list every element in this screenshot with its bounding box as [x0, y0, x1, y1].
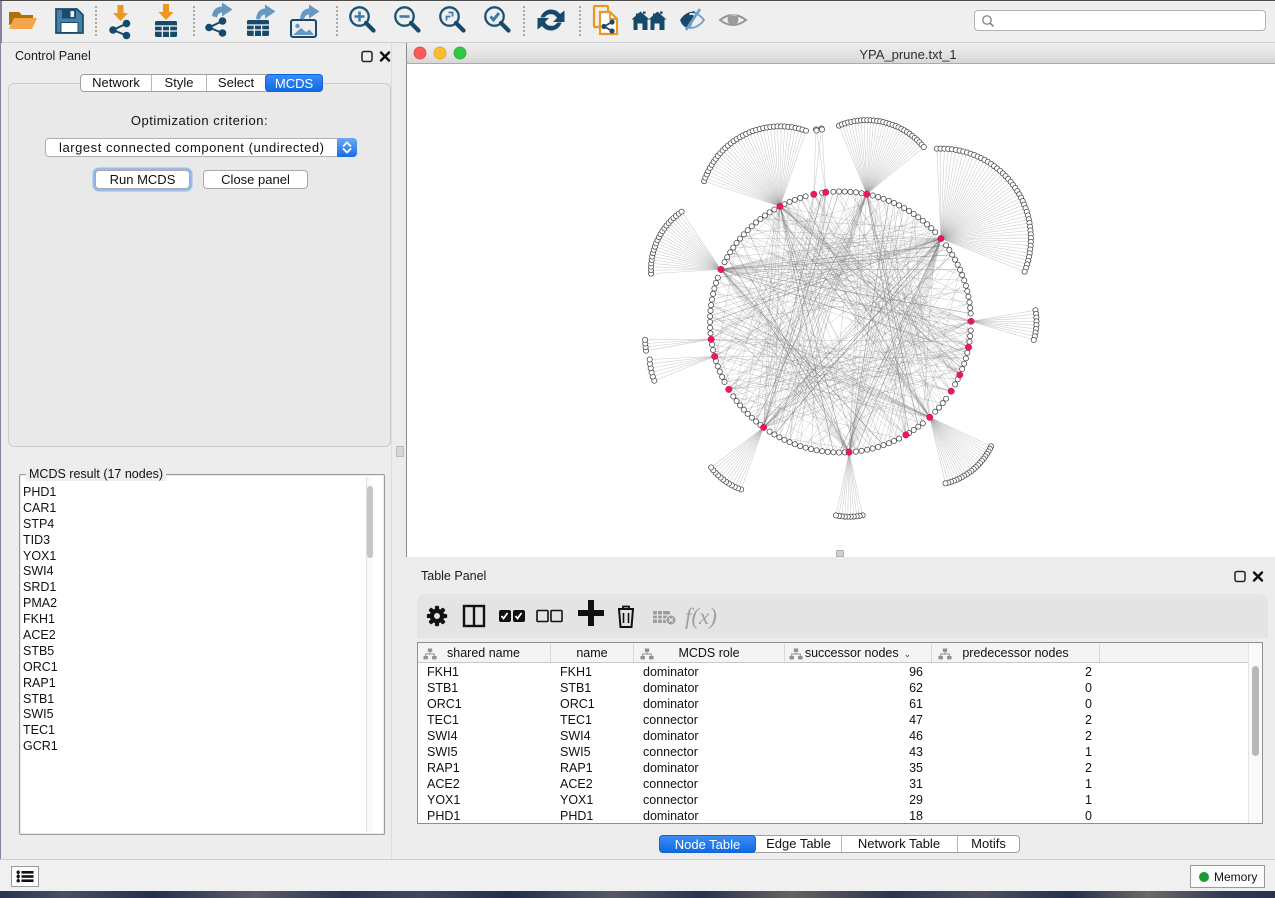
svg-text:f(x): f(x) [685, 604, 717, 629]
